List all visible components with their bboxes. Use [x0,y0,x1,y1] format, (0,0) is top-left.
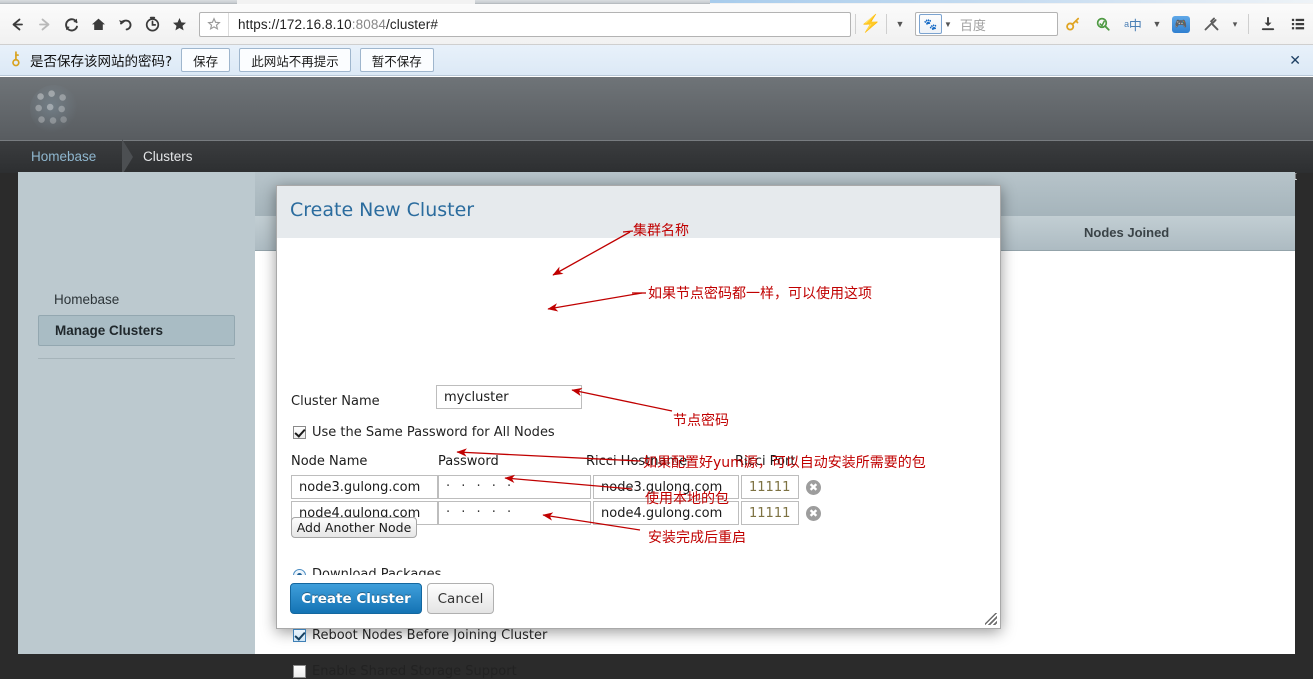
password-save-bar: 是否保存该网站的密码? 保存 此网站不再提示 暂不保存 ✕ [0,45,1313,76]
password-dots: · · · · · [446,479,515,494]
password-dots: · · · · · [446,505,515,520]
translate-icon[interactable]: ᵃ中 [1118,4,1148,44]
app-header: About Admin Preferences Logout [0,77,1313,183]
add-bookmark-icon[interactable] [200,12,229,36]
browser-tab-active[interactable] [710,0,1313,3]
breadcrumb-homebase[interactable]: Homebase [31,149,96,164]
logo-icon [30,85,78,133]
dialog-title: Create New Cluster [290,199,475,221]
browser-toolbar: https://172.16.8.10:8084/cluster# ⚡ ▼ 🐾 … [0,4,1313,45]
search-input[interactable]: 百度 [960,15,986,34]
toolbar-divider-1 [855,14,856,34]
url-port: :8084 [351,16,387,32]
cluster-name-label: Cluster Name [291,394,380,409]
reload-icon[interactable] [58,4,85,44]
chevron-down-icon[interactable]: ▾ [1226,12,1244,36]
reboot-nodes-checkbox[interactable] [293,629,306,642]
key-icon [5,48,29,72]
screenshot-search-icon[interactable] [1088,4,1118,44]
sidebar-divider [38,358,235,359]
column-header-ricci-port: Ricci Port [735,454,796,469]
column-header-node-name: Node Name [291,454,368,469]
home-icon[interactable] [85,4,112,44]
downloads-icon[interactable] [1253,4,1283,44]
breadcrumb-clusters[interactable]: Clusters [143,149,193,164]
sidebar-item-manage-clusters[interactable]: Manage Clusters [38,315,235,346]
reboot-nodes-label: Reboot Nodes Before Joining Cluster [312,628,548,643]
breadcrumb-separator-icon [112,139,142,175]
bookmark-star-icon[interactable] [166,4,193,44]
node-name-input[interactable] [291,475,438,499]
game-center-icon[interactable]: 🎮 [1166,4,1196,44]
sidebar-item-homebase[interactable]: Homebase [38,284,235,315]
shared-storage-label: Enable Shared Storage Support [312,664,517,679]
sidebar-item-label: Homebase [54,292,120,307]
lightning-icon[interactable]: ⚡ [860,12,882,36]
url-path: /cluster# [386,16,438,32]
url-origin: https://172.16.8.10 [238,16,352,32]
same-password-label: Use the Same Password for All Nodes [312,425,555,440]
chevron-down-icon[interactable]: ▼ [1148,12,1166,36]
password-save-message: 是否保存该网站的密码? [30,54,173,70]
node-password-input[interactable]: · · · · · [438,475,591,499]
back-icon[interactable] [4,4,31,44]
create-cluster-dialog: Create New Cluster Cluster Name Use the … [276,185,1001,679]
search-engine-icon[interactable]: 🐾 [919,14,942,34]
ricci-hostname-input[interactable] [593,501,739,525]
create-cluster-button[interactable]: Create Cluster [290,583,422,614]
column-header-nodes-joined: Nodes Joined [1084,225,1170,240]
menu-icon[interactable] [1283,4,1313,44]
chevron-down-icon[interactable]: ▼ [891,12,909,36]
remove-node-icon[interactable]: ✖ [806,480,821,495]
cancel-button[interactable]: Cancel [427,583,494,614]
ricci-hostname-input[interactable] [593,475,739,499]
sidebar-item-label: Manage Clusters [55,323,164,338]
chevron-down-icon[interactable]: ▼ [944,20,952,29]
column-header-password: Password [438,454,499,469]
remove-node-icon[interactable]: ✖ [806,506,821,521]
breadcrumb: Homebase Clusters [0,139,1313,175]
ricci-port-input[interactable] [741,475,799,499]
forward-icon[interactable] [31,4,58,44]
toolbar-divider-3 [1248,14,1249,34]
password-not-now-button[interactable]: 暂不保存 [359,48,434,72]
same-password-checkbox[interactable] [293,426,306,439]
column-header-ricci-hostname: Ricci Hostname [586,454,688,469]
search-box[interactable]: 🐾 ▼ 百度 [915,12,1058,36]
tools-icon[interactable] [1196,4,1226,44]
password-save-button[interactable]: 保存 [181,48,231,72]
dialog-header: Create New Cluster [277,186,1000,239]
add-another-node-button[interactable]: Add Another Node [291,517,417,538]
close-icon[interactable]: ✕ [1289,52,1301,69]
web-page: About Admin Preferences Logout Homebase … [0,77,1313,679]
dialog-footer: Create Cluster Cancel [277,575,1000,628]
sidebar: Homebase Manage Clusters [18,172,255,654]
history-clock-icon[interactable] [139,4,166,44]
cluster-name-input[interactable] [436,385,582,409]
shared-storage-checkbox[interactable] [293,665,306,678]
address-bar-text: https://172.16.8.10:8084/cluster# [229,17,438,32]
address-bar[interactable]: https://172.16.8.10:8084/cluster# [199,11,851,37]
resize-handle[interactable] [985,613,997,625]
node-password-input[interactable]: · · · · · [438,501,591,525]
toolbar-divider-2 [886,14,887,34]
ricci-port-input[interactable] [741,501,799,525]
password-manager-icon[interactable] [1058,4,1088,44]
undo-icon[interactable] [112,4,139,44]
password-never-button[interactable]: 此网站不再提示 [239,48,351,72]
